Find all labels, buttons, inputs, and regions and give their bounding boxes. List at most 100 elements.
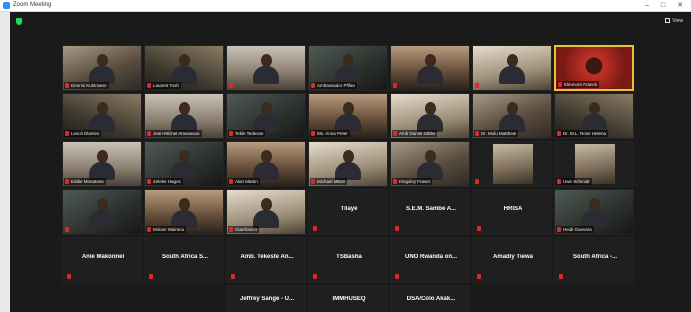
participant-name: Amadiy Tiewa	[493, 254, 533, 260]
participant-name: Amb Daniel Gibbs	[392, 130, 438, 137]
participant-tile[interactable]: Laurent Tosh	[144, 45, 224, 91]
participant-tile[interactable]: Anie Makonnel	[62, 237, 142, 283]
participant-tile[interactable]: Lesoli Dlamini	[62, 93, 142, 139]
participant-name: S.E.M. Sambe A...	[405, 206, 457, 212]
participant-name: Eléonore Franck	[557, 81, 600, 88]
participant-tile[interactable]: S.E.M. Sambe A...	[390, 189, 470, 235]
participant-name: TSBasha	[336, 254, 362, 260]
participant-name: Zeleke Hagos	[146, 178, 183, 185]
participant-video	[335, 150, 361, 180]
muted-mic-icon	[229, 131, 233, 136]
participant-name: Lesoli Dlamini	[64, 130, 102, 137]
zoom-app-icon	[3, 2, 10, 9]
muted-mic-icon	[475, 131, 479, 136]
participant-name: Michael Mbuti	[310, 178, 347, 185]
muted-mic-icon	[393, 83, 397, 88]
participant-video	[253, 54, 279, 84]
participant-tile[interactable]: Ambassador Pfifan	[308, 45, 388, 91]
participant-video	[171, 150, 197, 180]
participant-tile[interactable]: Gianfranco	[226, 189, 306, 235]
muted-mic-icon	[557, 227, 561, 232]
participant-tile[interactable]	[390, 45, 470, 91]
close-button[interactable]: ✕	[673, 0, 687, 11]
participant-tile[interactable]: Eléonore Franck	[554, 45, 634, 91]
participant-name: Jean-Michel Amoussou	[146, 130, 202, 137]
participant-name: Heidi Guevara	[556, 226, 594, 233]
participant-name: Jeffrey Sange - U...	[239, 296, 295, 302]
muted-mic-icon	[477, 226, 481, 231]
participant-tile[interactable]: Amadiy Tiewa	[472, 237, 552, 283]
participant-name: South Africa -...	[572, 254, 618, 260]
participant-tile[interactable]	[62, 189, 142, 235]
participant-tile[interactable]: Uwe Schmidt	[554, 141, 634, 187]
participant-tile[interactable]: TSBasha	[308, 237, 388, 283]
participant-tile[interactable]: Amb Daniel Gibbs	[390, 93, 470, 139]
participant-video	[493, 144, 533, 184]
muted-mic-icon	[65, 179, 69, 184]
participant-name: Laurent Tosh	[146, 82, 181, 89]
participant-tile[interactable]	[472, 141, 552, 187]
security-shield-icon[interactable]	[16, 18, 22, 25]
minimize-button[interactable]: –	[640, 0, 654, 11]
participant-video	[253, 150, 279, 180]
grid-view-icon	[665, 18, 671, 24]
participant-tile[interactable]: Tekle Tedesse	[226, 93, 306, 139]
participant-video	[417, 102, 443, 132]
participant-tile[interactable]: Kingsley Fraser	[390, 141, 470, 187]
participant-tile[interactable]: South Africa S...	[144, 237, 224, 283]
muted-mic-icon	[229, 83, 233, 88]
participant-tile[interactable]: Dr. Mulu Matthew	[472, 93, 552, 139]
muted-mic-icon	[65, 83, 69, 88]
participant-name: Amb. Tekeste An...	[240, 254, 294, 260]
participant-name: Eddie Monatone	[64, 178, 106, 185]
participant-video	[89, 198, 115, 228]
title-bar: Zoom Meeting – □ ✕	[0, 0, 691, 12]
maximize-button[interactable]: □	[656, 0, 670, 11]
participant-tile[interactable]: Jeffrey Sange - U...	[226, 285, 306, 312]
participant-video	[89, 150, 115, 180]
participant-tile[interactable]: Michael Mbuti	[308, 141, 388, 187]
participant-tile[interactable]: IMMHUSEQ	[308, 285, 388, 312]
participant-name: Uwe Schmidt	[556, 178, 592, 185]
participant-name: Dr. Mulu Matthew	[474, 130, 519, 137]
participant-tile[interactable]: Tilaye	[308, 189, 388, 235]
muted-mic-icon	[231, 274, 235, 279]
participant-name: IMMHUSEQ	[332, 296, 366, 302]
participant-video	[89, 54, 115, 84]
participant-tile[interactable]: Dr. M.L. Rose Helena	[554, 93, 634, 139]
participant-video	[171, 198, 197, 228]
participant-video	[581, 102, 607, 132]
view-button[interactable]: View	[665, 17, 683, 25]
participant-name: Kingsley Fraser	[392, 178, 433, 185]
participant-name: Anie Makonnel	[81, 254, 125, 260]
muted-mic-icon	[149, 274, 153, 279]
participant-tile[interactable]: UNO Rwanda on...	[390, 237, 470, 283]
participant-tile[interactable]: Jean-Michel Amoussou	[144, 93, 224, 139]
participant-tile[interactable]: Ms. Anna Peter	[308, 93, 388, 139]
participant-tile[interactable]	[472, 45, 552, 91]
participant-tile[interactable]: South Africa -...	[554, 237, 634, 283]
participant-tile[interactable]: HRISA	[472, 189, 552, 235]
participant-tile[interactable]: Zeleke Hagos	[144, 141, 224, 187]
participant-tile[interactable]: Eddie Monatone	[62, 141, 142, 187]
participant-name: Tilaye	[340, 206, 358, 212]
participant-tile[interactable]: DSA/Colo Akak...	[390, 285, 470, 312]
participant-tile[interactable]: Alan Martin	[226, 141, 306, 187]
participant-name: Ambassador Pfifan	[310, 82, 358, 89]
window-title: Zoom Meeting	[13, 2, 52, 8]
participant-tile[interactable]: Dennis Kuhlmann	[62, 45, 142, 91]
participant-name: South Africa S...	[161, 254, 209, 260]
muted-mic-icon	[65, 131, 69, 136]
muted-mic-icon	[147, 179, 151, 184]
muted-mic-icon	[395, 274, 399, 279]
participant-name: Miriam Wairimu	[146, 226, 187, 233]
window-left-edge	[0, 12, 10, 312]
participant-tile[interactable]: Amb. Tekeste An...	[226, 237, 306, 283]
participant-video	[417, 54, 443, 84]
participant-tile[interactable]: Miriam Wairimu	[144, 189, 224, 235]
participant-tile[interactable]	[226, 45, 306, 91]
muted-mic-icon	[313, 226, 317, 231]
participant-tile[interactable]: Heidi Guevara	[554, 189, 634, 235]
participant-video	[253, 102, 279, 132]
participant-video	[499, 102, 525, 132]
